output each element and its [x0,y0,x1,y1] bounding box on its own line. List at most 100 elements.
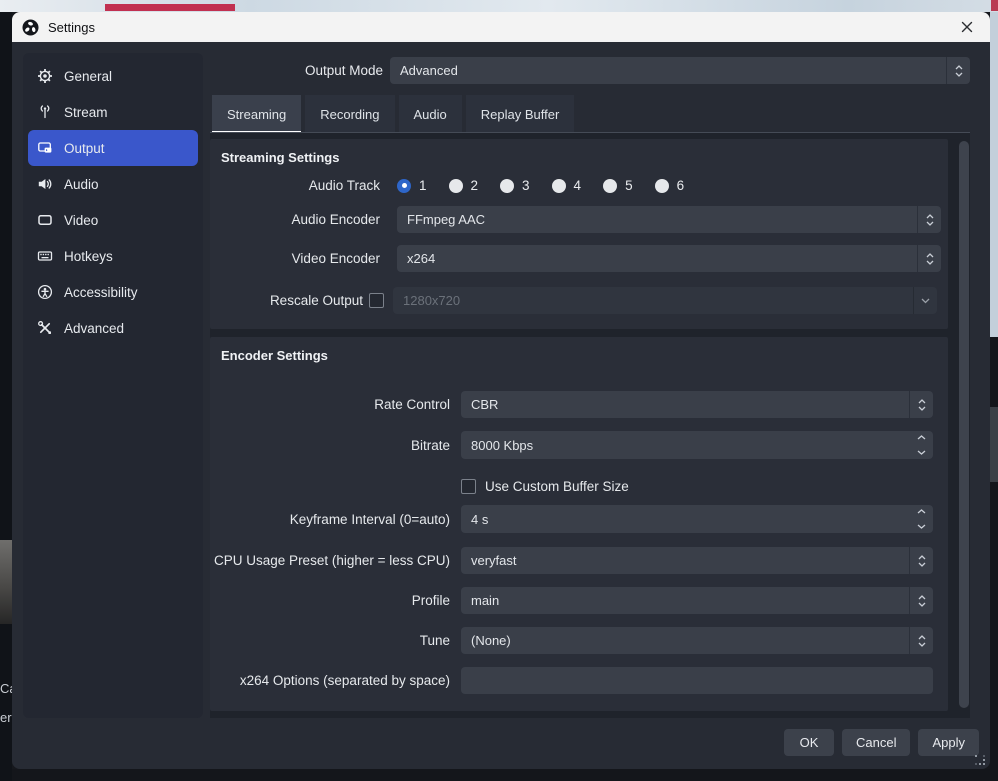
spinner-buttons[interactable] [909,587,933,614]
sidebar-item-label: Hotkeys [64,249,113,264]
audio-track-radio-6[interactable] [655,179,669,193]
sidebar-item-advanced[interactable]: Advanced [28,310,198,346]
sidebar-item-accessibility[interactable]: Accessibility [28,274,198,310]
chevron-up-icon [917,435,926,440]
audio-track-row: Audio Track 1 2 3 4 5 6 [210,172,948,199]
bitrate-value: 8000 Kbps [461,431,909,459]
desktop-bottom-strip [12,769,990,781]
desktop-left-strip [0,12,12,781]
chevron-down-icon [918,602,926,607]
audio-encoder-select[interactable]: FFmpeg AAC [397,206,941,233]
audio-track-radio-4[interactable] [552,179,566,193]
tab-label: Recording [320,107,379,122]
profile-select[interactable]: main [461,587,933,614]
rate-control-select[interactable]: CBR [461,391,933,418]
ok-button[interactable]: OK [784,729,834,756]
rescale-output-label: Rescale Output [210,293,363,308]
keyframe-interval-label: Keyframe Interval (0=auto) [210,512,450,527]
use-custom-buffer-checkbox[interactable] [461,479,476,494]
advanced-tools-icon [37,320,53,336]
rescale-resolution-value: 1280x720 [393,287,913,314]
output-mode-select[interactable]: Advanced [390,57,970,84]
audio-track-radio-3[interactable] [500,179,514,193]
spinner-buttons[interactable] [909,391,933,418]
rescale-output-checkbox[interactable] [369,293,384,308]
video-display-icon [37,212,53,228]
chevron-down-icon [918,562,926,567]
sidebar-item-general[interactable]: General [28,58,198,94]
radio-label: 5 [625,178,633,193]
tune-row: Tune (None) [210,627,948,654]
audio-track-radio-group: 1 2 3 4 5 6 [397,178,941,193]
audio-track-radio-2[interactable] [449,179,463,193]
spinner-buttons[interactable] [909,627,933,654]
sidebar-item-hotkeys[interactable]: Hotkeys [28,238,198,274]
chevron-down-icon [917,450,926,455]
cancel-button[interactable]: Cancel [842,729,910,756]
streaming-settings-card: Streaming Settings Audio Track 1 2 3 4 5… [210,139,948,329]
radio-label: 1 [419,178,427,193]
custom-buffer-row: Use Custom Buffer Size [210,473,948,500]
audio-track-radio-5[interactable] [603,179,617,193]
spinner-buttons[interactable] [909,547,933,574]
stepper-buttons[interactable] [909,505,933,533]
cpu-usage-preset-select[interactable]: veryfast [461,547,933,574]
keyframe-interval-stepper[interactable]: 4 s [461,505,933,533]
bitrate-row: Bitrate 8000 Kbps [210,431,948,459]
video-encoder-select[interactable]: x264 [397,245,941,272]
chevron-down-icon [918,406,926,411]
use-custom-buffer-label: Use Custom Buffer Size [485,479,629,494]
sidebar-item-label: Advanced [64,321,124,336]
video-encoder-label: Video Encoder [210,251,380,266]
tab-streaming[interactable]: Streaming [212,95,301,133]
audio-track-radio-1[interactable] [397,179,411,193]
background-photo-fragment [990,407,998,482]
title-bar[interactable]: Settings [12,12,990,42]
sidebar-item-label: Audio [64,177,99,192]
tab-replay-buffer[interactable]: Replay Buffer [466,95,575,133]
tab-label: Replay Buffer [481,107,560,122]
resize-grip[interactable] [975,755,987,767]
background-photo-fragment [0,540,12,624]
cpu-usage-preset-value: veryfast [461,547,909,574]
spinner-buttons[interactable] [946,57,970,84]
sidebar-item-output[interactable]: Output [28,130,198,166]
bitrate-stepper[interactable]: 8000 Kbps [461,431,933,459]
x264-options-input[interactable] [461,667,933,694]
hotkeys-keyboard-icon [37,248,53,264]
spinner-buttons[interactable] [913,287,937,314]
radio-label: 3 [522,178,530,193]
cpu-usage-preset-label: CPU Usage Preset (higher = less CPU) [210,553,450,568]
gear-icon [37,68,53,84]
chevron-down-icon [917,524,926,529]
sidebar-item-label: Video [64,213,98,228]
cpu-usage-preset-row: CPU Usage Preset (higher = less CPU) ver… [210,547,948,574]
dialog-footer: OK Cancel Apply [784,729,979,756]
video-encoder-row: Video Encoder x264 [210,245,948,272]
stepper-buttons[interactable] [909,431,933,459]
chevron-up-icon [918,555,926,560]
stream-antenna-icon [37,104,53,120]
sidebar-item-audio[interactable]: Audio [28,166,198,202]
settings-content: Streaming Settings Audio Track 1 2 3 4 5… [210,133,970,718]
window-title: Settings [48,20,95,35]
tune-select[interactable]: (None) [461,627,933,654]
rescale-resolution-select[interactable]: 1280x720 [393,287,937,314]
chevron-down-icon [926,260,934,265]
spinner-buttons[interactable] [917,245,941,272]
sidebar-item-video[interactable]: Video [28,202,198,238]
keyframe-interval-value: 4 s [461,505,909,533]
radio-label: 4 [574,178,582,193]
x264-options-label: x264 Options (separated by space) [210,673,450,688]
tab-audio[interactable]: Audio [399,95,462,133]
desktop-red-sliver [991,0,998,11]
chevron-up-icon [955,65,963,70]
tab-recording[interactable]: Recording [305,95,394,133]
chevron-up-icon [917,509,926,514]
chevron-up-icon [918,399,926,404]
sidebar-item-stream[interactable]: Stream [28,94,198,130]
spinner-buttons[interactable] [917,206,941,233]
apply-button[interactable]: Apply [918,729,979,756]
vertical-scrollbar-thumb[interactable] [959,141,969,708]
close-button[interactable] [956,16,978,38]
